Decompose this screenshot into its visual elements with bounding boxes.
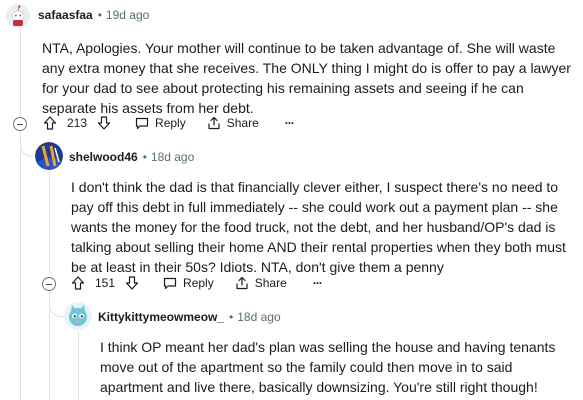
comment-meta: shelwood46 • 18d ago	[69, 150, 195, 164]
timestamp[interactable]: 18d ago	[151, 150, 194, 164]
avatar[interactable]	[6, 4, 30, 28]
timestamp[interactable]: 19d ago	[106, 8, 149, 22]
avatar[interactable]	[35, 142, 63, 170]
user-avatar-icon	[35, 142, 63, 170]
share-button[interactable]: Share	[234, 275, 287, 291]
vote-count: 151	[95, 276, 116, 290]
comment-bubble-icon	[162, 275, 178, 291]
reply-label: Reply	[183, 276, 214, 290]
comment-meta: Kittykittymeowmeow_ • 18d ago	[98, 310, 281, 324]
vote-group: 213	[42, 115, 112, 131]
reply-label: Reply	[155, 116, 186, 130]
reply-button[interactable]: Reply	[134, 115, 186, 131]
snoo-avatar-icon	[6, 4, 30, 28]
upvote-icon[interactable]	[42, 115, 58, 131]
share-label: Share	[254, 276, 287, 290]
username[interactable]: shelwood46	[69, 150, 138, 164]
reply-button[interactable]: Reply	[162, 275, 214, 291]
username[interactable]: safaasfaa	[38, 8, 93, 22]
kitty-avatar-icon	[64, 302, 92, 330]
comment-bubble-icon	[134, 115, 150, 131]
more-options-button[interactable]: ···	[313, 276, 323, 290]
downvote-icon[interactable]	[124, 275, 140, 291]
comment-body: I don't think the dad is that financiall…	[71, 179, 566, 275]
avatar[interactable]	[64, 302, 92, 330]
comment-meta: safaasfaa • 19d ago	[38, 8, 150, 22]
comment-actions: 213 Reply Share ···	[42, 113, 295, 133]
thread-curve-1	[20, 142, 35, 157]
thread-line-1b	[20, 131, 21, 400]
comment-body: NTA, Apologies. Your mother will continu…	[42, 40, 571, 116]
thread-curve-2	[49, 302, 64, 317]
timestamp[interactable]: 18d ago	[237, 310, 280, 324]
share-icon	[206, 115, 222, 131]
downvote-icon[interactable]	[96, 115, 112, 131]
comment-body: I think OP meant her dad's plan was sell…	[100, 339, 556, 395]
vote-count: 213	[67, 116, 88, 130]
collapse-button[interactable]	[42, 277, 56, 291]
thread-line-2	[49, 172, 50, 274]
share-button[interactable]: Share	[206, 115, 259, 131]
upvote-icon[interactable]	[70, 275, 86, 291]
thread-line-3	[78, 332, 79, 400]
vote-group: 151	[70, 275, 140, 291]
comment-actions: 151 Reply Share ···	[70, 273, 323, 293]
thread-line-1	[20, 28, 21, 120]
username[interactable]: Kittykittymeowmeow_	[98, 310, 224, 324]
collapse-button[interactable]	[13, 117, 27, 131]
share-icon	[234, 275, 250, 291]
share-label: Share	[226, 116, 259, 130]
more-options-button[interactable]: ···	[285, 116, 295, 130]
